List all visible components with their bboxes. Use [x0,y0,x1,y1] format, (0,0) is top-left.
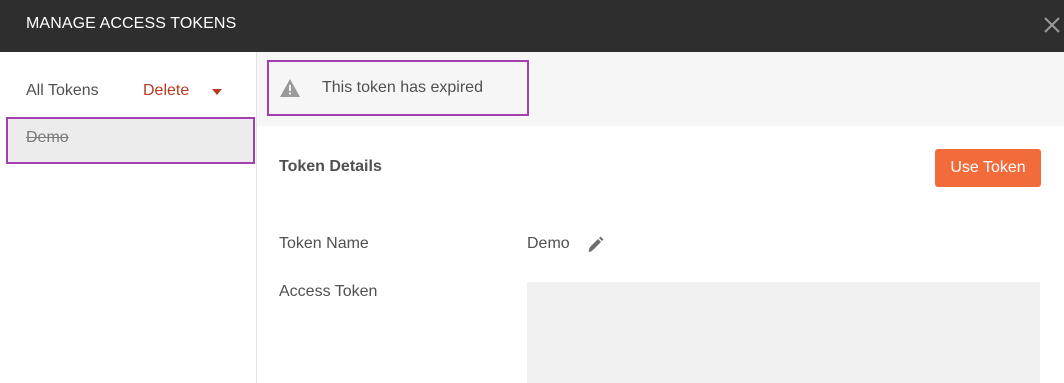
dialog-title: MANAGE ACCESS TOKENS [26,15,237,32]
warning-icon [280,79,300,97]
delete-button[interactable]: Delete [143,82,189,100]
token-name-value: Demo [527,235,570,252]
close-icon[interactable] [1041,14,1063,36]
token-name-label: Demo [26,129,69,146]
section-title: Token Details [279,158,382,175]
use-token-button[interactable]: Use Token [935,149,1041,187]
token-list-item-demo[interactable]: Demo [6,117,255,164]
access-token-field[interactable] [527,282,1040,383]
access-token-field-label: Access Token [279,283,378,300]
all-tokens-label: All Tokens [26,82,99,99]
token-name-field-label: Token Name [279,235,369,252]
sidebar-toolbar: All Tokens Delete [0,52,256,116]
warning-text: This token has expired [322,79,483,96]
caret-down-icon[interactable] [211,88,223,96]
status-banner-area: This token has expired [257,52,1064,126]
expired-warning: This token has expired [267,60,529,116]
dialog-header: MANAGE ACCESS TOKENS [0,0,1064,52]
tokens-sidebar: All Tokens Delete Demo [0,52,257,383]
manage-access-tokens-dialog: MANAGE ACCESS TOKENS All Tokens Delete D… [0,0,1064,383]
pencil-icon[interactable] [585,235,605,255]
token-details-panel: This token has expired Token Details Use… [257,52,1064,383]
